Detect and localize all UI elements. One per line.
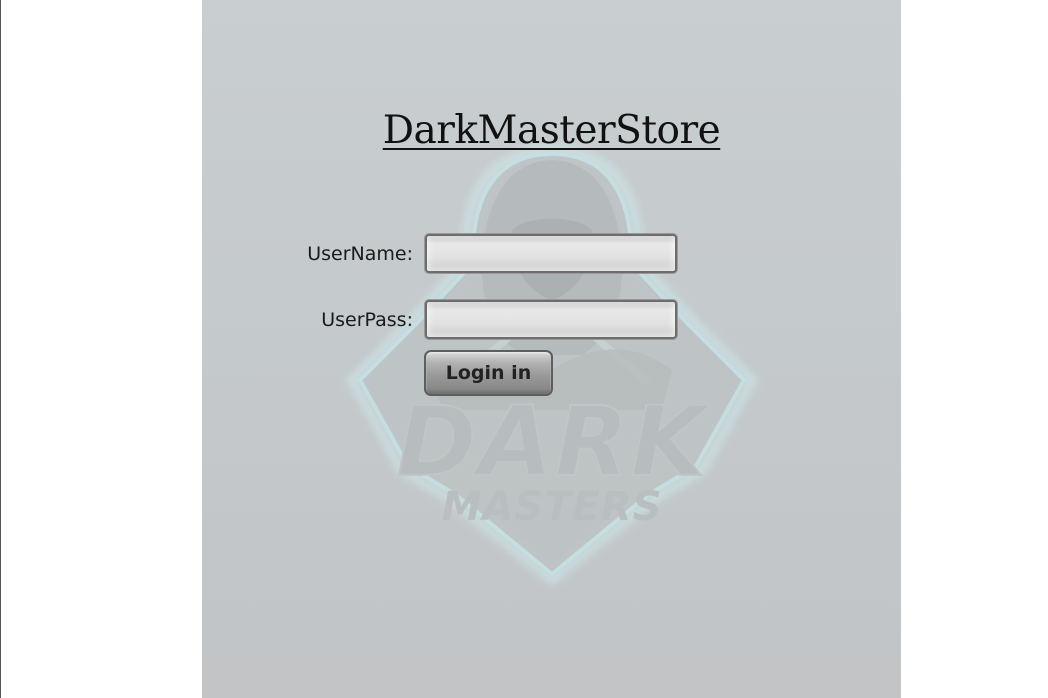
window-left-border [0,0,1,698]
userpass-input[interactable] [425,300,677,339]
userpass-label: UserPass: [321,309,413,331]
logo-text-masters: MASTERS [442,484,663,530]
login-panel: DARK MASTERS DarkMasterStore UserName: U… [202,0,901,698]
login-button[interactable]: Login in [424,350,553,396]
username-row: UserName: [202,234,901,274]
page-title: DarkMasterStore [382,108,721,153]
userpass-row: UserPass: [202,300,901,340]
logo-text-dark: DARK [397,386,712,498]
username-input[interactable] [425,234,677,273]
username-label: UserName: [307,243,413,265]
